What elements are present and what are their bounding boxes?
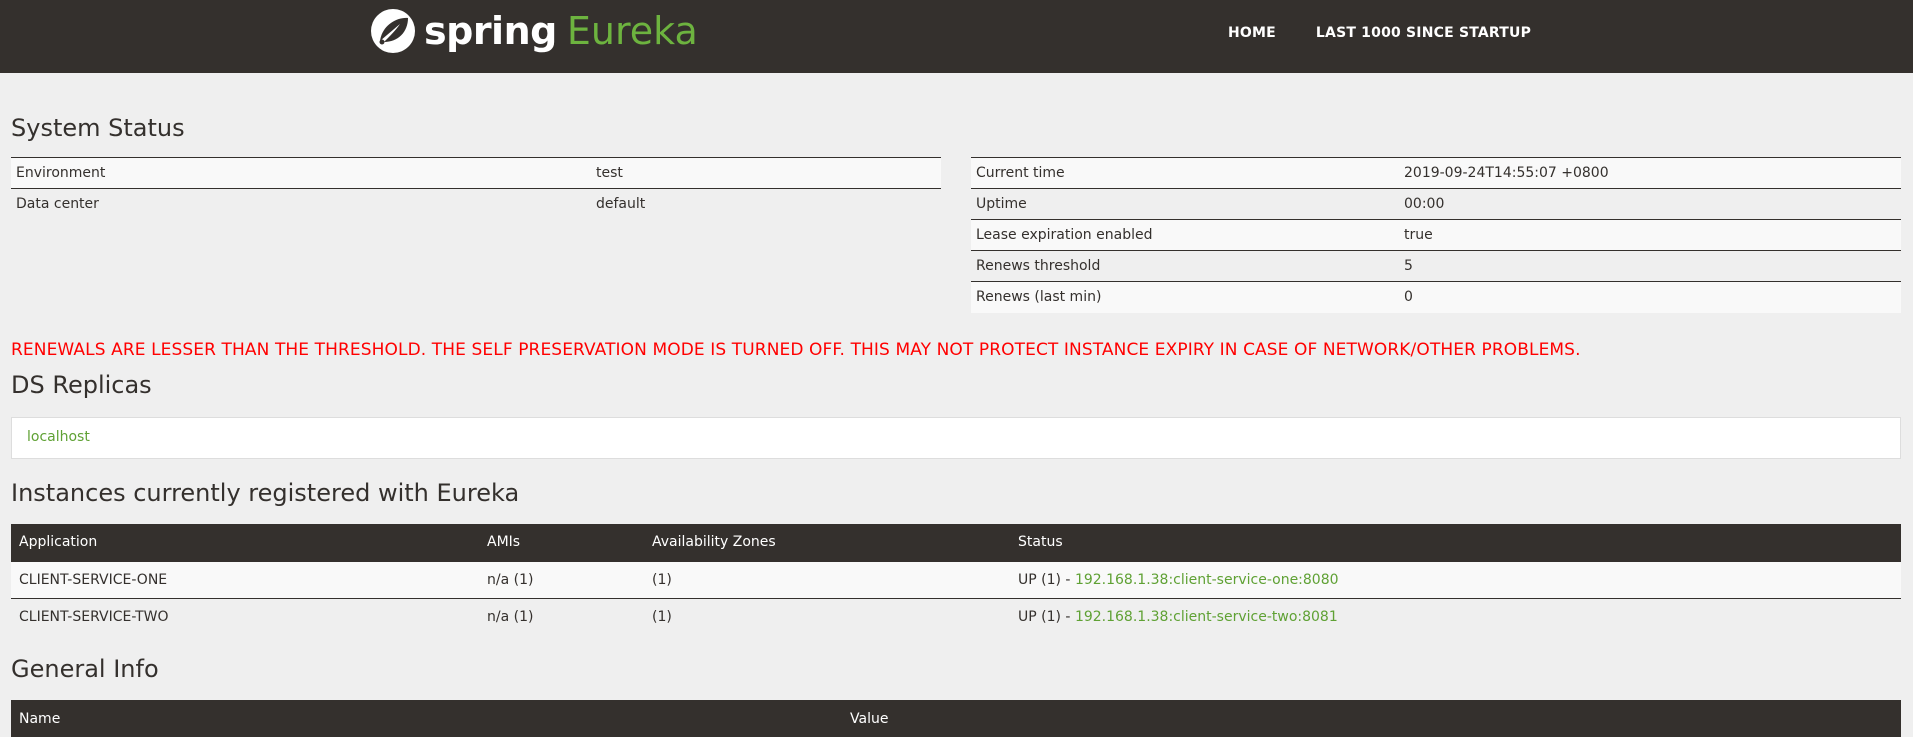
status-label: Uptime (971, 188, 1399, 220)
instances-heading: Instances currently registered with Eure… (11, 479, 520, 507)
instance-application: CLIENT-SERVICE-TWO (11, 597, 479, 635)
instance-zones: (1) (644, 560, 1010, 598)
brand-logo-link[interactable]: spring Eureka (370, 7, 698, 55)
status-label: Lease expiration enabled (971, 219, 1399, 251)
status-label: Data center (11, 188, 591, 220)
status-value: test (591, 157, 941, 189)
instance-status: UP (1) - 192.168.1.38:client-service-two… (1010, 597, 1901, 635)
table-row: Renews (last min) 0 (971, 281, 1901, 313)
nav-last-1000-link[interactable]: LAST 1000 SINCE STARTUP (1316, 25, 1531, 41)
table-row: Renews threshold 5 (971, 250, 1901, 282)
table-header-row: Name Value (11, 700, 1901, 737)
system-status-left-table: Environment test Data center default (11, 157, 941, 220)
instance-status-text: UP (1) - (1018, 608, 1075, 625)
system-status-heading: System Status (11, 114, 185, 142)
brand-eureka-text: Eureka (566, 9, 698, 53)
replica-link-localhost[interactable]: localhost (27, 429, 90, 445)
status-label: Current time (971, 157, 1399, 189)
instance-amis: n/a (1) (479, 597, 644, 635)
status-value: 2019-09-24T14:55:07 +0800 (1399, 157, 1901, 189)
table-row: Current time 2019-09-24T14:55:07 +0800 (971, 157, 1901, 189)
instance-link[interactable]: 192.168.1.38:client-service-two:8081 (1075, 609, 1338, 625)
nav-home-link[interactable]: HOME (1228, 25, 1276, 41)
system-status-right-table: Current time 2019-09-24T14:55:07 +0800 U… (971, 157, 1901, 313)
general-info-table: Name Value (11, 700, 1901, 737)
instance-application: CLIENT-SERVICE-ONE (11, 560, 479, 598)
status-label: Renews (last min) (971, 281, 1399, 313)
column-header-status: Status (1010, 524, 1901, 561)
table-header-row: Application AMIs Availability Zones Stat… (11, 524, 1901, 561)
instance-zones: (1) (644, 597, 1010, 635)
brand-spring-text: spring (424, 9, 557, 53)
table-row: Environment test (11, 157, 941, 189)
self-preservation-warning: RENEWALS ARE LESSER THAN THE THRESHOLD. … (11, 340, 1581, 360)
instance-status: UP (1) - 192.168.1.38:client-service-one… (1010, 560, 1901, 598)
status-value: true (1399, 219, 1901, 251)
table-row: Lease expiration enabled true (971, 219, 1901, 251)
instance-amis: n/a (1) (479, 560, 644, 598)
status-label: Environment (11, 157, 591, 189)
status-value: 5 (1399, 250, 1901, 282)
spring-leaf-icon (371, 9, 415, 53)
general-info-heading: General Info (11, 655, 159, 683)
instances-table: Application AMIs Availability Zones Stat… (11, 524, 1901, 635)
status-value: default (591, 188, 941, 220)
table-row: Uptime 00:00 (971, 188, 1901, 220)
column-header-value: Value (842, 700, 1901, 737)
column-header-zones: Availability Zones (644, 524, 1010, 561)
column-header-amis: AMIs (479, 524, 644, 561)
status-label: Renews threshold (971, 250, 1399, 282)
table-row: CLIENT-SERVICE-ONE n/a (1) (1) UP (1) - … (11, 560, 1901, 598)
instance-link[interactable]: 192.168.1.38:client-service-one:8080 (1075, 572, 1339, 588)
table-row: Data center default (11, 188, 941, 220)
table-row: CLIENT-SERVICE-TWO n/a (1) (1) UP (1) - … (11, 597, 1901, 635)
status-value: 00:00 (1399, 188, 1901, 220)
status-value: 0 (1399, 281, 1901, 313)
ds-replicas-list: localhost (11, 417, 1901, 459)
ds-replicas-heading: DS Replicas (11, 371, 152, 399)
nav-links: HOME LAST 1000 SINCE STARTUP (1228, 25, 1531, 41)
column-header-application: Application (11, 524, 479, 561)
navbar: spring Eureka HOME LAST 1000 SINCE START… (0, 0, 1913, 73)
column-header-name: Name (11, 700, 842, 737)
instance-status-text: UP (1) - (1018, 571, 1075, 588)
